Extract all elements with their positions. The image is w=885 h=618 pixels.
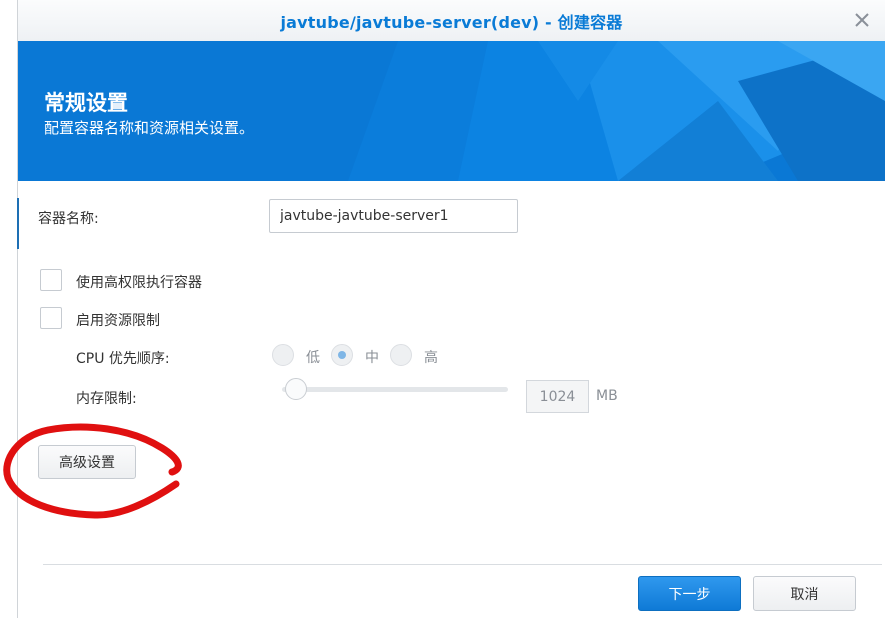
- cpu-priority-high-radio[interactable]: [390, 344, 412, 366]
- window-title: javtube/javtube-server(dev) - 创建容器: [280, 13, 623, 32]
- resource-limit-checkbox[interactable]: [40, 307, 62, 329]
- memory-unit-label: MB: [596, 388, 618, 404]
- footer-divider: [43, 564, 882, 565]
- cpu-priority-medium-radio[interactable]: [331, 344, 353, 366]
- close-icon[interactable]: [851, 9, 873, 31]
- title-bar[interactable]: javtube/javtube-server(dev) - 创建容器: [18, 0, 885, 42]
- privileged-label: 使用高权限执行容器: [76, 275, 202, 291]
- banner-title: 常规设置: [44, 91, 128, 115]
- memory-limit-label: 内存限制:: [76, 391, 137, 407]
- cpu-priority-medium-label: 中: [365, 350, 379, 366]
- memory-slider-track[interactable]: [282, 387, 508, 392]
- resource-limit-label: 启用资源限制: [76, 313, 160, 329]
- cpu-priority-low-radio[interactable]: [272, 344, 294, 366]
- advanced-settings-button[interactable]: 高级设置: [38, 445, 136, 479]
- container-name-input[interactable]: [269, 199, 518, 233]
- header-banner: 常规设置 配置容器名称和资源相关设置。: [18, 41, 885, 181]
- memory-slider-handle[interactable]: [285, 378, 307, 400]
- memory-limit-input[interactable]: [526, 380, 589, 413]
- cpu-priority-label: CPU 优先顺序:: [76, 351, 170, 367]
- next-button[interactable]: 下一步: [638, 576, 741, 611]
- cancel-button[interactable]: 取消: [753, 576, 856, 611]
- cpu-priority-low-label: 低: [306, 350, 320, 366]
- create-container-dialog: javtube/javtube-server(dev) - 创建容器 常规设置 …: [0, 0, 885, 618]
- banner-subtitle: 配置容器名称和资源相关设置。: [44, 119, 255, 137]
- container-name-label: 容器名称:: [38, 211, 99, 227]
- cpu-priority-high-label: 高: [424, 350, 438, 366]
- banner-background: [18, 41, 885, 181]
- form-focus-marker: [17, 198, 19, 249]
- privileged-checkbox[interactable]: [40, 269, 62, 291]
